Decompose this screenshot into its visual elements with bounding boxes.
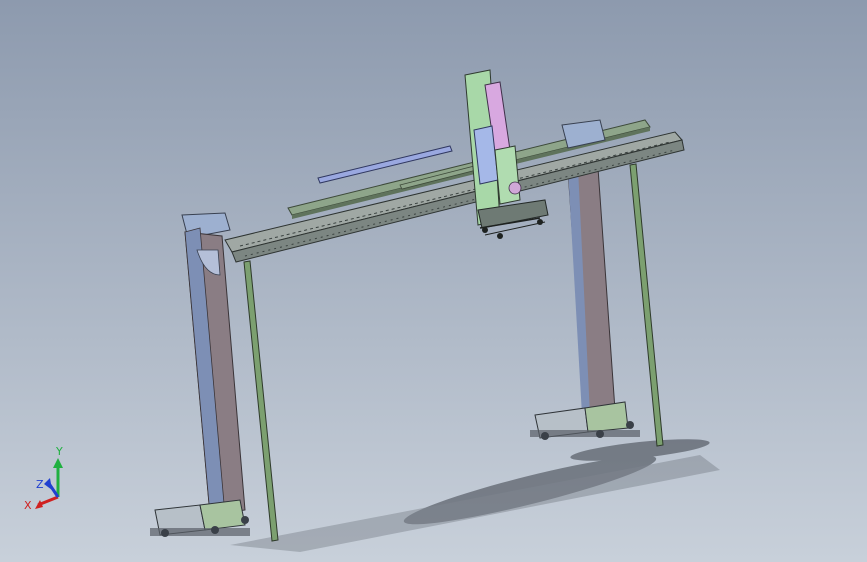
left-base: [150, 499, 250, 537]
z-axis-arrow-icon: [44, 478, 52, 490]
orientation-triad: Y X Z: [24, 445, 63, 512]
right-base: [530, 401, 640, 440]
x-axis-label: X: [24, 499, 32, 512]
main-beam: [224, 131, 685, 263]
front-rod-left: [243, 260, 279, 542]
gantry-model[interactable]: Y X Z: [0, 0, 867, 562]
x-axis-arrow-icon: [35, 500, 43, 509]
3d-viewport[interactable]: Y X Z: [0, 0, 867, 562]
y-axis-label: Y: [55, 445, 63, 458]
ground-shadow: [230, 439, 720, 552]
y-axis-arrow-icon: [53, 458, 63, 468]
front-rod-right: [629, 163, 664, 447]
z-axis-label: Z: [36, 478, 44, 491]
